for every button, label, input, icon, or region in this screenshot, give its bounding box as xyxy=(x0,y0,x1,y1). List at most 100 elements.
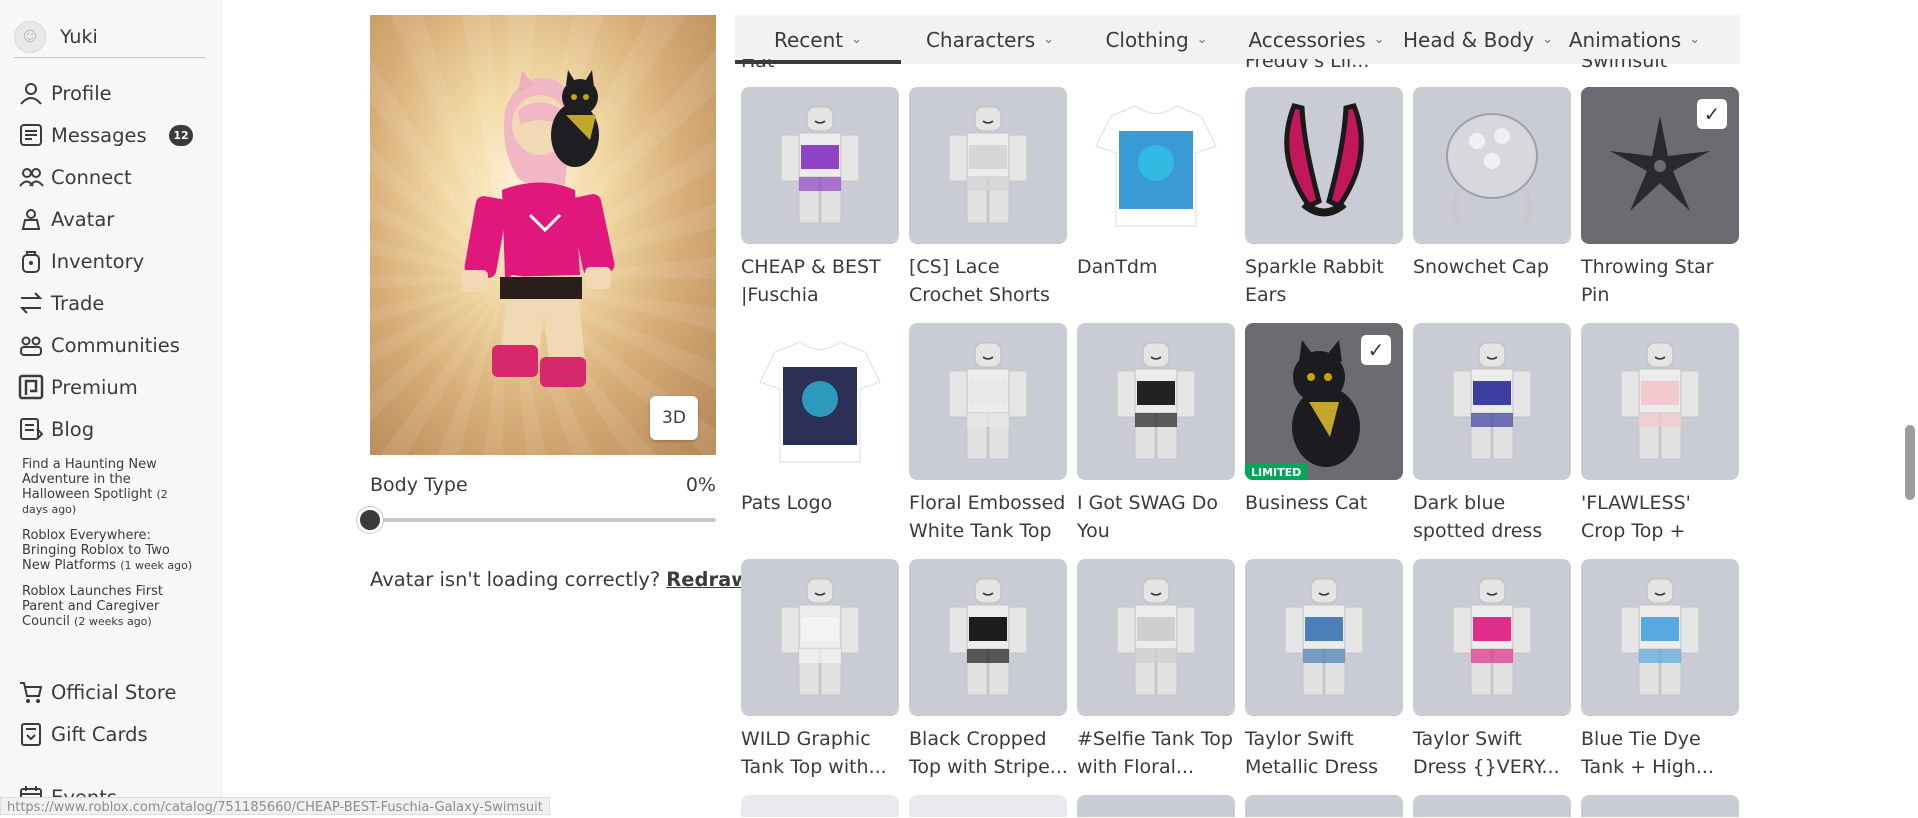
page-scrollbar[interactable] xyxy=(1900,0,1918,815)
body-type-slider-knob[interactable] xyxy=(357,507,383,533)
item-name[interactable]: Floral Embossed White Tank Top xyxy=(909,489,1069,545)
item-name[interactable]: Business Cat xyxy=(1245,489,1405,517)
item-name[interactable]: Snowchet Cap xyxy=(1413,253,1573,281)
item-card[interactable]: 'FLAWLESS' Crop Top + Floral Skirt xyxy=(1581,323,1739,545)
item-card[interactable]: Taylor Swift Dress {}VERY... xyxy=(1413,559,1571,781)
item-thumbnail[interactable] xyxy=(741,323,899,480)
sidebar-item-official-store[interactable]: Official Store xyxy=(0,671,222,713)
item-thumbnail[interactable]: ✓ LIMITED xyxy=(1245,323,1403,480)
item-thumbnail[interactable] xyxy=(741,795,899,817)
item-card[interactable]: Taylor Swift Metallic Dress xyxy=(1245,559,1403,781)
sidebar-item-trade[interactable]: Trade xyxy=(0,282,222,324)
item-thumbnail[interactable] xyxy=(909,795,1067,817)
item-name[interactable]: Blue Tie Dye Tank + High... xyxy=(1581,725,1741,781)
item-thumbnail[interactable] xyxy=(909,559,1067,716)
item-name[interactable]: 'FLAWLESS' Crop Top + Floral Skirt xyxy=(1581,489,1741,545)
item-thumbnail[interactable] xyxy=(741,87,899,244)
item-card[interactable]: Black Cropped Top with Stripe... xyxy=(909,559,1069,781)
item-card[interactable]: Snowchet Cap xyxy=(1413,87,1571,281)
toggle-3d-button[interactable]: 3D xyxy=(650,396,698,440)
checkmark-icon: ✓ xyxy=(1361,335,1391,365)
item-thumbnail[interactable] xyxy=(1581,795,1739,817)
tab-clothing[interactable]: Clothing ⌄ xyxy=(1079,15,1234,64)
item-card[interactable]: I Got SWAG Do You xyxy=(1077,323,1235,545)
item-thumbnail[interactable] xyxy=(1077,559,1235,716)
item-card[interactable]: [CS] Lace Crochet Shorts xyxy=(909,87,1067,309)
item-name[interactable]: I Got SWAG Do You xyxy=(1077,489,1237,545)
sidebar-item-inventory[interactable]: Inventory xyxy=(0,240,222,282)
item-thumbnail[interactable] xyxy=(1413,323,1571,480)
sidebar-item-messages[interactable]: Messages 12 xyxy=(0,114,222,156)
item-thumbnail[interactable] xyxy=(1245,87,1403,244)
item-card[interactable]: ✓ Throwing Star Pin xyxy=(1581,87,1739,309)
tab-animations[interactable]: Animations ⌄ xyxy=(1557,15,1712,64)
item-name[interactable]: #Selfie Tank Top with Floral... xyxy=(1077,725,1237,781)
tab-recent[interactable]: Recent ⌄ xyxy=(735,15,901,64)
item-card[interactable]: Pats Logo xyxy=(741,323,899,517)
item-card[interactable]: Dark blue spotted dress xyxy=(1413,323,1571,545)
user-name[interactable]: Yuki xyxy=(60,26,98,48)
item-thumbnail[interactable] xyxy=(909,87,1067,244)
sidebar-item-gift-cards[interactable]: Gift Cards xyxy=(0,713,222,755)
body-type-slider[interactable] xyxy=(357,507,716,533)
sidebar-item-premium[interactable]: Premium xyxy=(0,366,222,408)
avatar-preview[interactable]: 3D xyxy=(370,15,716,455)
item-thumbnail[interactable] xyxy=(741,559,899,716)
item-thumbnail[interactable] xyxy=(1581,559,1739,716)
user-avatar[interactable]: ☺ xyxy=(14,20,46,53)
item-card[interactable]: ✓ LIMITED Business Cat xyxy=(1245,323,1403,517)
item-name[interactable]: Throwing Star Pin xyxy=(1581,253,1741,309)
item-card[interactable]: CHEAP & BEST |Fuschia Galaxy... xyxy=(741,87,899,309)
tab-accessories[interactable]: Accessories ⌄ xyxy=(1234,15,1399,64)
sidebar-item-label: Communities xyxy=(51,333,180,357)
item-name[interactable]: Black Cropped Top with Stripe... xyxy=(909,725,1069,781)
chevron-down-icon: ⌄ xyxy=(1542,32,1553,47)
item-thumbnail[interactable] xyxy=(1413,559,1571,716)
avatar-icon xyxy=(16,206,46,232)
blog-post-link[interactable]: Find a Haunting New Adventure in the Hal… xyxy=(22,457,197,517)
category-tabs: Recent ⌄ Characters ⌄ Clothing ⌄ Accessories ⌄ H… xyxy=(735,15,1740,64)
sidebar-item-profile[interactable]: Profile xyxy=(0,72,222,114)
item-card[interactable]: Floral Embossed White Tank Top xyxy=(909,323,1067,545)
user-row[interactable]: ☺ Yuki xyxy=(14,16,206,58)
avatar-figure xyxy=(462,70,615,387)
tab-characters[interactable]: Characters ⌄ xyxy=(901,15,1079,64)
item-card[interactable]: Sparkle Rabbit Ears xyxy=(1245,87,1403,309)
item-name[interactable]: WILD Graphic Tank Top with... xyxy=(741,725,901,781)
sidebar-item-label: Inventory xyxy=(51,249,145,273)
item-card[interactable]: DanTdm xyxy=(1077,87,1235,281)
item-thumbnail[interactable] xyxy=(1245,559,1403,716)
item-name[interactable]: CHEAP & BEST |Fuschia Galaxy... xyxy=(741,253,901,309)
sidebar-item-label: Premium xyxy=(51,375,138,399)
item-thumbnail[interactable] xyxy=(1077,795,1235,817)
item-thumbnail[interactable] xyxy=(1581,323,1739,480)
item-name[interactable]: Taylor Swift Dress {}VERY... xyxy=(1413,725,1573,781)
item-thumbnail[interactable]: ✓ xyxy=(1581,87,1739,244)
item-name[interactable]: Pats Logo xyxy=(741,489,901,517)
blog-post-link[interactable]: Roblox Everywhere: Bringing Roblox to Tw… xyxy=(22,528,197,573)
redraw-link[interactable]: Redraw xyxy=(666,568,749,591)
item-name[interactable]: Dark blue spotted dress xyxy=(1413,489,1573,545)
item-card[interactable]: Blue Tie Dye Tank + High... xyxy=(1581,559,1739,781)
item-name[interactable]: [CS] Lace Crochet Shorts xyxy=(909,253,1069,309)
sidebar-item-connect[interactable]: Connect xyxy=(0,156,222,198)
unread-count-badge: 12 xyxy=(169,125,193,146)
item-thumbnail[interactable] xyxy=(1245,795,1403,817)
sidebar-item-blog[interactable]: Blog xyxy=(0,408,222,450)
sidebar-item-communities[interactable]: Communities xyxy=(0,324,222,366)
item-thumbnail[interactable] xyxy=(909,323,1067,480)
item-thumbnail[interactable] xyxy=(1413,795,1571,817)
blog-post-link[interactable]: Roblox Launches First Parent and Caregiv… xyxy=(22,584,197,629)
item-thumbnail[interactable] xyxy=(1077,87,1235,244)
item-thumbnail[interactable] xyxy=(1413,87,1571,244)
item-name[interactable]: DanTdm xyxy=(1077,253,1237,281)
page-scrollbar-thumb[interactable] xyxy=(1905,425,1915,500)
sidebar-item-avatar[interactable]: Avatar xyxy=(0,198,222,240)
trade-icon xyxy=(16,290,46,316)
item-card[interactable]: #Selfie Tank Top with Floral... xyxy=(1077,559,1235,781)
item-card[interactable]: WILD Graphic Tank Top with... xyxy=(741,559,899,781)
item-thumbnail[interactable] xyxy=(1077,323,1235,480)
tab-head-body[interactable]: Head & Body ⌄ xyxy=(1399,15,1557,64)
item-name[interactable]: Sparkle Rabbit Ears xyxy=(1245,253,1405,309)
item-name[interactable]: Taylor Swift Metallic Dress xyxy=(1245,725,1405,781)
